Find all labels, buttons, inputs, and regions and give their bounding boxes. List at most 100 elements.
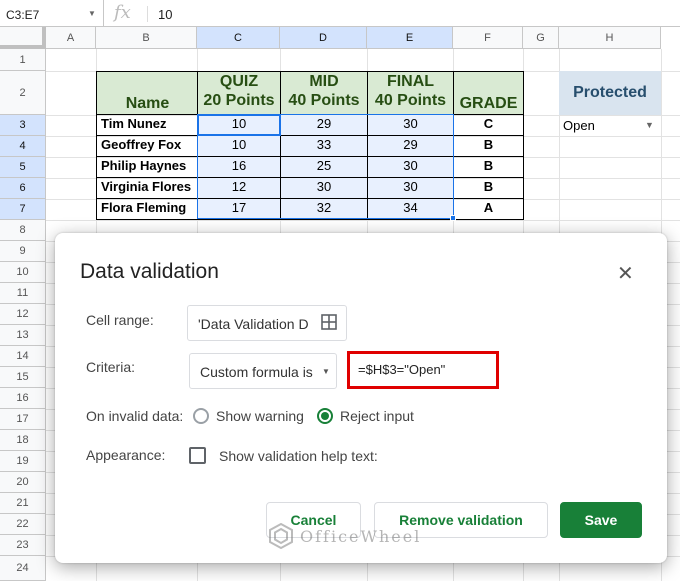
gridline [46,220,680,221]
row-header-9[interactable]: 9 [0,241,46,262]
row-header-11[interactable]: 11 [0,283,46,304]
cell-mid[interactable]: 25 [280,156,368,178]
row-header-7[interactable]: 7 [0,199,46,220]
appearance-label: Appearance: [86,447,166,463]
row-header-6[interactable]: 6 [0,178,46,199]
header-quiz[interactable]: QUIZ 20 Points [197,71,281,115]
column-header-a[interactable]: A [46,27,96,49]
cell-range-value: 'Data Validation D [198,316,309,332]
formula-bar-divider [147,6,148,22]
cell-grade[interactable]: B [453,135,524,157]
criteria-select[interactable]: Custom formula is ▼ [189,353,337,389]
cell-quiz[interactable]: 10 [197,135,281,157]
column-header-c[interactable]: C [197,27,280,49]
row-header-12[interactable]: 12 [0,304,46,325]
chevron-down-icon: ▼ [322,367,330,376]
cell-quiz[interactable]: 12 [197,177,281,199]
column-header-g[interactable]: G [523,27,559,49]
column-header-d[interactable]: D [280,27,367,49]
show-warning-radio[interactable] [193,408,209,424]
row-header-20[interactable]: 20 [0,472,46,493]
cell-grade[interactable]: A [453,198,524,220]
cell-final[interactable]: 29 [367,135,454,157]
cell-grade[interactable]: B [453,177,524,199]
chevron-down-icon[interactable]: ▼ [645,120,654,130]
formula-bar: C3:E7 ▼ fx 10 [0,0,680,27]
fill-handle[interactable] [450,215,456,221]
fx-icon: fx [114,2,131,23]
cell-grade[interactable]: B [453,156,524,178]
row-header-19[interactable]: 19 [0,451,46,472]
cell-grade[interactable]: C [453,114,524,136]
column-header-b[interactable]: B [96,27,197,49]
row-header-15[interactable]: 15 [0,367,46,388]
cell-name[interactable]: Philip Haynes [96,156,199,178]
row-header-24[interactable]: 24 [0,556,46,581]
custom-formula-value: =$H$3="Open" [358,362,446,377]
cell-quiz[interactable]: 17 [197,198,281,220]
header-quiz-points: 20 Points [203,92,275,109]
row-header-22[interactable]: 22 [0,514,46,535]
cell-quiz[interactable]: 16 [197,156,281,178]
cell-final[interactable]: 30 [367,114,454,136]
help-text-label[interactable]: Show validation help text: [219,448,378,464]
row-header-10[interactable]: 10 [0,262,46,283]
formula-input[interactable]: 10 [158,7,172,22]
close-icon[interactable]: ✕ [617,261,634,286]
cell-name[interactable]: Virginia Flores [96,177,199,199]
custom-formula-input[interactable]: =$H$3="Open" [347,351,499,389]
row-header-13[interactable]: 13 [0,325,46,346]
column-header-e[interactable]: E [367,27,453,49]
row-header-18[interactable]: 18 [0,430,46,451]
row-header-17[interactable]: 17 [0,409,46,430]
cell-name[interactable]: Tim Nunez [96,114,199,136]
show-warning-label[interactable]: Show warning [216,408,304,424]
protected-header[interactable]: Protected [559,71,661,115]
row-header-3[interactable]: 3 [0,115,46,136]
header-quiz-title: QUIZ [219,73,259,90]
select-range-icon[interactable] [321,314,337,330]
cell-final[interactable]: 34 [367,198,454,220]
row-header-16[interactable]: 16 [0,388,46,409]
criteria-value: Custom formula is [200,364,313,380]
row-header-1[interactable]: 1 [0,49,46,71]
row-header-8[interactable]: 8 [0,220,46,241]
cell-mid[interactable]: 29 [280,114,368,136]
cell-name[interactable]: Geoffrey Fox [96,135,199,157]
cell-range-input[interactable]: 'Data Validation D [187,305,347,341]
header-mid-title: MID [309,73,339,90]
cell-mid[interactable]: 33 [280,135,368,157]
column-header-h[interactable]: H [559,27,661,49]
row-header-21[interactable]: 21 [0,493,46,514]
cell-mid[interactable]: 30 [280,177,368,199]
header-name[interactable]: Name [96,71,199,115]
help-text-checkbox[interactable] [189,447,206,464]
name-box-value: C3:E7 [6,8,40,22]
header-final[interactable]: FINAL 40 Points [367,71,454,115]
reject-input-label[interactable]: Reject input [340,408,414,424]
reject-input-radio[interactable] [317,408,333,424]
name-box-dropdown-icon[interactable]: ▼ [88,9,96,18]
cell-final[interactable]: 30 [367,156,454,178]
header-final-points: 40 Points [374,92,447,109]
row-header-14[interactable]: 14 [0,346,46,367]
row-header-5[interactable]: 5 [0,157,46,178]
cell-final[interactable]: 30 [367,177,454,199]
cell-mid[interactable]: 32 [280,198,368,220]
data-validation-dialog: Data validation ✕ Cell range: 'Data Vali… [55,233,667,563]
cell-name[interactable]: Flora Fleming [96,198,199,220]
save-button[interactable]: Save [560,502,642,538]
invalid-data-label: On invalid data: [86,408,184,424]
row-header-2[interactable]: 2 [0,71,46,115]
header-grade[interactable]: GRADE [453,71,524,115]
header-mid-points: 40 Points [288,92,360,109]
criteria-label: Criteria: [86,359,136,375]
header-mid[interactable]: MID 40 Points [280,71,368,115]
officewheel-logo-icon [269,523,293,549]
cell-quiz[interactable]: 10 [197,114,281,136]
column-header-f[interactable]: F [453,27,523,49]
select-all-corner[interactable] [0,27,46,49]
protected-dropdown-value[interactable]: Open [563,118,595,133]
row-header-23[interactable]: 23 [0,535,46,556]
row-header-4[interactable]: 4 [0,136,46,157]
